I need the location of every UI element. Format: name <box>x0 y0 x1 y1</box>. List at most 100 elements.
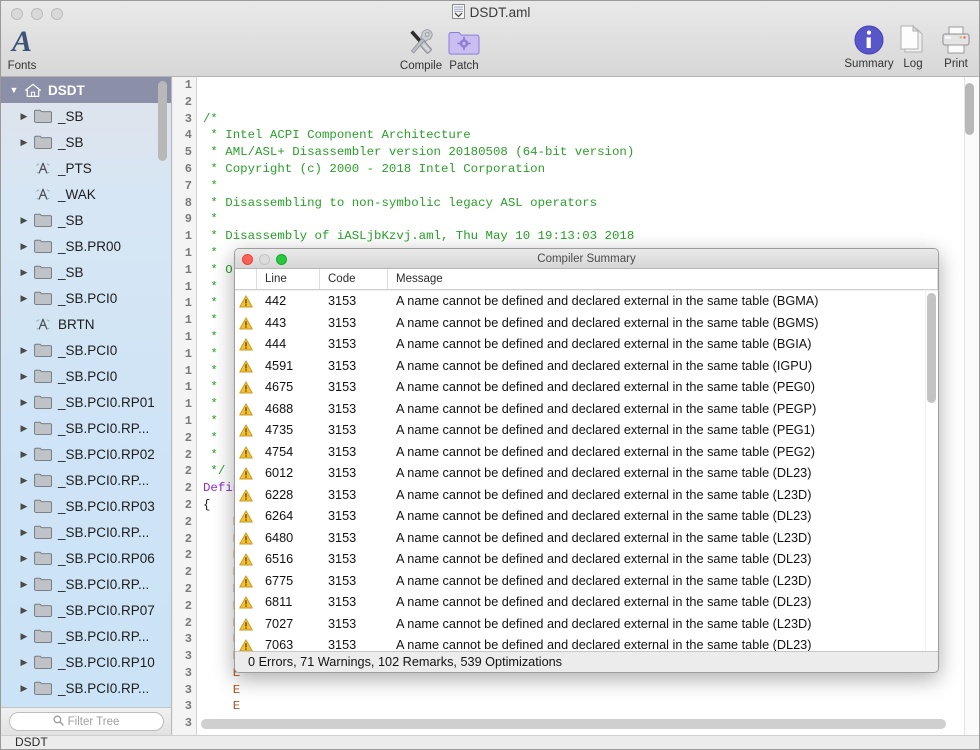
table-row[interactable]: 6228 3153 A name cannot be defined and dec… <box>235 485 938 507</box>
sidebar-tree[interactable]: ▼ DSDT ▶ _SB ▶ _SB _PTS _WAK ▶ _SB ▶ _SB.PR00 ▶ _SB ▶… <box>1 77 172 707</box>
line-number: 2 <box>184 548 192 563</box>
table-row[interactable]: 4754 3153 A name cannot be defined and dec… <box>235 442 938 464</box>
disclosure-triangle-closed-icon[interactable]: ▶ <box>17 579 31 590</box>
sidebar-item-7[interactable]: ▶ _SB.PCI0 <box>1 285 171 311</box>
sidebar-item-9[interactable]: ▶ _SB.PCI0 <box>1 337 171 363</box>
disclosure-triangle-closed-icon[interactable]: ▶ <box>17 475 31 486</box>
toolbar-button-log[interactable]: Log <box>890 23 936 70</box>
sidebar-item-21[interactable]: ▶ _SB.PCI0.RP10 <box>1 649 171 675</box>
sidebar-item-16[interactable]: ▶ _SB.PCI0.RP... <box>1 519 171 545</box>
disclosure-triangle-closed-icon[interactable]: ▶ <box>17 657 31 668</box>
table-row[interactable]: 6775 3153 A name cannot be defined and dec… <box>235 571 938 593</box>
sidebar-item-11[interactable]: ▶ _SB.PCI0.RP01 <box>1 389 171 415</box>
sidebar-item-5[interactable]: ▶ _SB.PR00 <box>1 233 171 259</box>
line-number: 1 <box>184 397 192 412</box>
disclosure-triangle-closed-icon[interactable]: ▶ <box>17 553 31 564</box>
table-row[interactable]: 6264 3153 A name cannot be defined and dec… <box>235 506 938 528</box>
line-number: 3 <box>184 665 192 680</box>
summary-table-body[interactable]: 442 3153 A name cannot be defined and decl… <box>235 291 938 653</box>
sidebar-scrollbar-thumb[interactable] <box>158 81 167 161</box>
sidebar-item-4[interactable]: ▶ _SB <box>1 207 171 233</box>
dialog-scroll-thumb[interactable] <box>927 293 936 403</box>
disclosure-triangle-closed-icon[interactable]: ▶ <box>17 501 31 512</box>
disclosure-triangle-closed-icon[interactable]: ▶ <box>17 449 31 460</box>
line-number: 2 <box>184 481 192 496</box>
disclosure-triangle-closed-icon[interactable]: ▶ <box>17 137 31 148</box>
dialog-vertical-scrollbar[interactable] <box>925 291 938 653</box>
warning-icon <box>235 381 257 394</box>
disclosure-triangle-closed-icon[interactable]: ▶ <box>17 397 31 408</box>
sidebar-item-10[interactable]: ▶ _SB.PCI0 <box>1 363 171 389</box>
sidebar-item-12[interactable]: ▶ _SB.PCI0.RP... <box>1 415 171 441</box>
toolbar-button-print[interactable]: Print <box>931 23 979 70</box>
disclosure-triangle-closed-icon[interactable]: ▶ <box>17 293 31 304</box>
disclosure-triangle-closed-icon[interactable]: ▶ <box>17 267 31 278</box>
sidebar-item-label: _PTS <box>58 160 92 176</box>
editor-horizontal-scroll-thumb[interactable] <box>201 719 946 729</box>
sidebar-item-6[interactable]: ▶ _SB <box>1 259 171 285</box>
table-row[interactable]: 4675 3153 A name cannot be defined and dec… <box>235 377 938 399</box>
table-row[interactable]: 4688 3153 A name cannot be defined and dec… <box>235 399 938 421</box>
sidebar-item-label: _SB.PCI0.RP... <box>58 472 150 488</box>
sidebar-item-17[interactable]: ▶ _SB.PCI0.RP06 <box>1 545 171 571</box>
sidebar-item-22[interactable]: ▶ _SB.PCI0.RP... <box>1 675 171 701</box>
disclosure-triangle-closed-icon[interactable]: ▶ <box>17 241 31 252</box>
row-line: 6480 <box>265 530 294 545</box>
code-line: * Copyright (c) 2000 - 2018 Intel Corpor… <box>203 161 546 176</box>
table-row[interactable]: 6480 3153 A name cannot be defined and dec… <box>235 528 938 550</box>
code-line: * <box>203 212 218 227</box>
disclosure-triangle-closed-icon[interactable]: ▶ <box>17 345 31 356</box>
sidebar-item-2[interactable]: _PTS <box>1 155 171 181</box>
filter-tree-input[interactable]: Filter Tree <box>8 712 164 731</box>
disclosure-triangle-closed-icon[interactable]: ▶ <box>17 683 31 694</box>
disclosure-triangle-closed-icon[interactable]: ▶ <box>17 371 31 382</box>
table-row[interactable]: 6516 3153 A name cannot be defined and dec… <box>235 549 938 571</box>
toolbar-button-patch[interactable]: Patch <box>435 25 493 72</box>
sidebar-item-15[interactable]: ▶ _SB.PCI0.RP03 <box>1 493 171 519</box>
sidebar-item-18[interactable]: ▶ _SB.PCI0.RP... <box>1 571 171 597</box>
sidebar-item-0[interactable]: ▶ _SB <box>1 103 171 129</box>
sidebar-item-8[interactable]: BRTN <box>1 311 171 337</box>
table-row[interactable]: 6012 3153 A name cannot be defined and dec… <box>235 463 938 485</box>
column-header-icon[interactable] <box>235 269 257 289</box>
table-row[interactable]: 4735 3153 A name cannot be defined and dec… <box>235 420 938 442</box>
toolbar-button-fonts[interactable]: A Fonts <box>1 25 43 73</box>
editor-scroll-thumb[interactable] <box>965 83 974 135</box>
column-header-line[interactable]: Line <box>257 269 320 289</box>
sidebar-item-3[interactable]: _WAK <box>1 181 171 207</box>
sidebar-item-1[interactable]: ▶ _SB <box>1 129 171 155</box>
disclosure-triangle-closed-icon[interactable]: ▶ <box>17 631 31 642</box>
editor-vertical-scrollbar[interactable] <box>964 77 979 735</box>
disclosure-triangle-closed-icon[interactable]: ▶ <box>17 605 31 616</box>
line-number: 2 <box>184 464 192 479</box>
table-row[interactable]: 442 3153 A name cannot be defined and decl… <box>235 291 938 313</box>
column-header-message[interactable]: Message <box>388 269 938 289</box>
dialog-close-button[interactable] <box>242 254 253 265</box>
sidebar-item-19[interactable]: ▶ _SB.PCI0.RP07 <box>1 597 171 623</box>
folder-icon <box>31 109 55 123</box>
row-line: 4675 <box>265 380 294 394</box>
disclosure-triangle-closed-icon[interactable]: ▶ <box>17 423 31 434</box>
disclosure-triangle-closed-icon[interactable]: ▶ <box>17 215 31 226</box>
dialog-traffic-lights[interactable] <box>242 254 287 265</box>
table-row[interactable]: 6811 3153 A name cannot be defined and dec… <box>235 592 938 614</box>
table-row[interactable]: 444 3153 A name cannot be defined and decl… <box>235 334 938 356</box>
sidebar-item-14[interactable]: ▶ _SB.PCI0.RP... <box>1 467 171 493</box>
sidebar-item-label: _SB.PCI0.RP... <box>58 628 150 644</box>
disclosure-triangle-closed-icon[interactable]: ▶ <box>17 111 31 122</box>
line-number: 1 <box>184 363 192 378</box>
row-message: A name cannot be defined and declared ex… <box>396 595 812 609</box>
table-row[interactable]: 4591 3153 A name cannot be defined and dec… <box>235 356 938 378</box>
dialog-minimize-button[interactable] <box>259 254 270 265</box>
sidebar-item-20[interactable]: ▶ _SB.PCI0.RP... <box>1 623 171 649</box>
table-row[interactable]: 7027 3153 A name cannot be defined and dec… <box>235 614 938 636</box>
sidebar-item-root[interactable]: ▼ DSDT <box>1 77 171 103</box>
compiler-summary-dialog[interactable]: Compiler Summary Line Code Message 442 31… <box>234 248 939 673</box>
column-header-code[interactable]: Code <box>320 269 388 289</box>
disclosure-triangle-closed-icon[interactable]: ▶ <box>17 527 31 538</box>
printer-icon <box>931 23 979 57</box>
table-row[interactable]: 443 3153 A name cannot be defined and decl… <box>235 313 938 335</box>
dialog-zoom-button[interactable] <box>276 254 287 265</box>
sidebar-item-13[interactable]: ▶ _SB.PCI0.RP02 <box>1 441 171 467</box>
disclosure-triangle-open-icon[interactable]: ▼ <box>7 85 21 95</box>
